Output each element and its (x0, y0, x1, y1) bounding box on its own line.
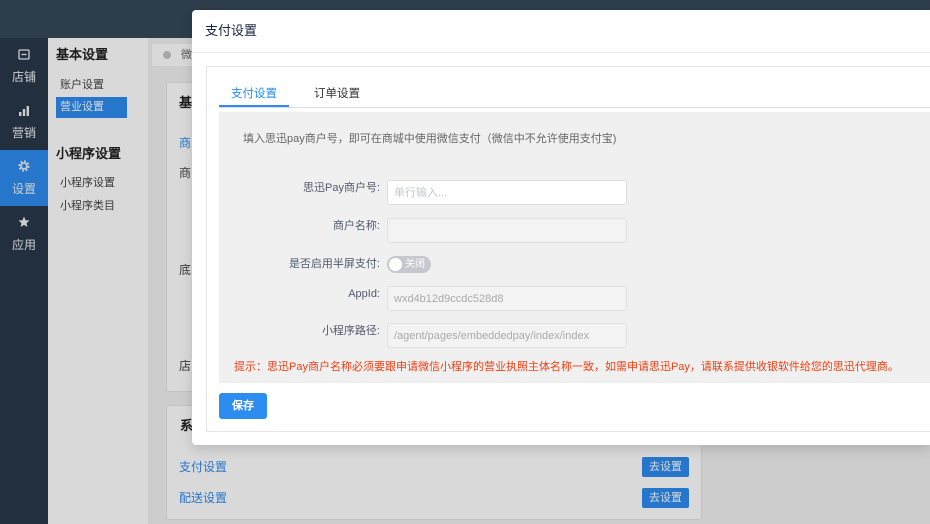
tab-payment-settings[interactable]: 支付设置 (219, 84, 289, 107)
tip-text: 提示：思迅Pay商户名称必须要跟申请微信小程序的营业执照主体名称一致，如需申请思… (234, 361, 899, 373)
toggle-state-text: 关闭 (405, 259, 425, 270)
save-button[interactable]: 保存 (219, 393, 267, 419)
modal-header: 支付设置 (192, 10, 930, 53)
form-row-merchant-name: 商户名称: (219, 218, 639, 243)
tab-order-settings[interactable]: 订单设置 (302, 84, 372, 107)
app-id-input (387, 286, 627, 311)
merchant-no-input[interactable] (387, 180, 627, 205)
merchant-no-label: 思迅Pay商户号: (302, 182, 380, 194)
settings-tabs: 支付设置 订单设置 (219, 84, 930, 108)
mini-path-input (387, 323, 627, 348)
half-screen-toggle[interactable]: 关闭 (387, 256, 431, 273)
payment-settings-modal: 支付设置 支付设置 订单设置 填入思迅pay商户号，即可在商城中使用微信支付（微… (192, 10, 930, 445)
modal-title: 支付设置 (205, 23, 258, 38)
merchant-name-input (387, 218, 627, 243)
form-row-mini-path: 小程序路径: (219, 323, 639, 348)
half-screen-label: 是否启用半屏支付: (288, 258, 380, 270)
merchant-name-label: 商户名称: (332, 220, 380, 232)
form-row-app-id: AppId: (219, 286, 639, 311)
toggle-knob (389, 258, 402, 271)
mini-path-label: 小程序路径: (321, 325, 380, 337)
app-id-label: AppId: (348, 288, 380, 300)
form-description: 填入思迅pay商户号，即可在商城中使用微信支付（微信中不允许使用支付宝) (243, 133, 617, 145)
form-row-half-screen: 是否启用半屏支付: 关闭 (219, 256, 639, 281)
settings-panel: 支付设置 订单设置 填入思迅pay商户号，即可在商城中使用微信支付（微信中不允许… (206, 66, 930, 432)
payment-form: 填入思迅pay商户号，即可在商城中使用微信支付（微信中不允许使用支付宝) 思迅P… (219, 112, 930, 383)
form-row-merchant-no: 思迅Pay商户号: (219, 180, 639, 205)
